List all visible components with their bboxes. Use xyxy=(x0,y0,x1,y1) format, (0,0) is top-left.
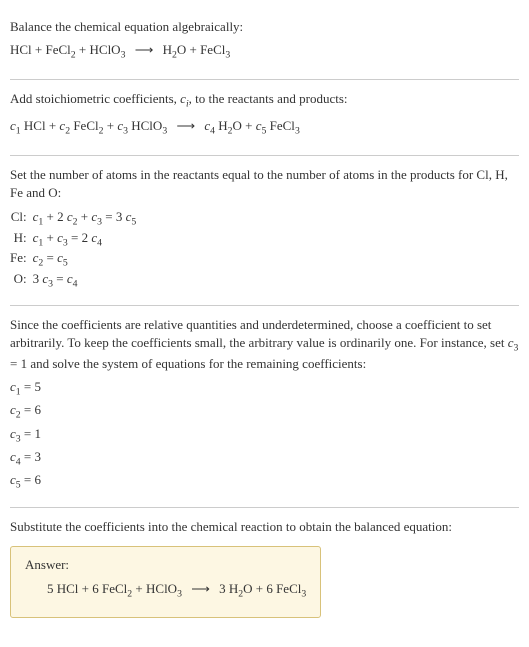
text: + xyxy=(78,209,92,224)
eq-sub: 3 xyxy=(301,589,306,600)
text: FeCl xyxy=(70,118,99,133)
text: = xyxy=(43,250,57,265)
value: = 3 xyxy=(21,449,41,464)
text: , to the reactants and products: xyxy=(189,91,348,106)
eq-text: 3 H xyxy=(219,581,238,596)
text: = xyxy=(53,271,67,286)
table-row: H: c1 + c3 = 2 c4 xyxy=(10,229,142,250)
text: 3 xyxy=(33,271,43,286)
answer-box: Answer: 5 HCl + 6 FeCl2 + HClO3 ⟶ 3 H2O … xyxy=(10,546,321,617)
document-body: Balance the chemical equation algebraica… xyxy=(0,0,529,640)
atom-balance-table: Cl: c1 + 2 c2 + c3 = 3 c5 H: c1 + c3 = 2… xyxy=(10,208,142,290)
coef-row: c5 = 6 xyxy=(10,470,519,493)
eq-text: 5 HCl + 6 FeCl xyxy=(47,581,127,596)
text: + xyxy=(104,118,118,133)
problem-title: Balance the chemical equation algebraica… xyxy=(10,18,519,36)
eq-sub: 3 xyxy=(177,589,182,600)
coef-sub: 4 xyxy=(97,237,102,248)
coef-sub: 3 xyxy=(514,342,519,353)
coef-row: c2 = 6 xyxy=(10,400,519,423)
text: HCl + xyxy=(21,118,60,133)
eq-text: O + FeCl xyxy=(177,42,226,57)
text: Since the coefficients are relative quan… xyxy=(10,317,508,350)
element-label: Cl: xyxy=(10,208,33,229)
coef-sub: 5 xyxy=(131,217,136,228)
coef-row: c1 = 5 xyxy=(10,377,519,400)
text: O + xyxy=(233,118,256,133)
value: = 1 xyxy=(21,426,41,441)
section-answer: Substitute the coefficients into the che… xyxy=(10,508,519,631)
eq-text: H xyxy=(163,42,172,57)
coefficient-equation: c1 HCl + c2 FeCl2 + c3 HClO3 ⟶ c4 H2O + … xyxy=(10,116,519,139)
equation-cell: 3 c3 = c4 xyxy=(33,270,143,291)
equation-cell: c1 + 2 c2 + c3 = 3 c5 xyxy=(33,208,143,229)
table-row: Cl: c1 + 2 c2 + c3 = 3 c5 xyxy=(10,208,142,229)
eq-text: + HClO xyxy=(76,42,121,57)
unbalanced-equation: HCl + FeCl2 + HClO3 ⟶ H2O + FeCl3 xyxy=(10,40,519,63)
section-problem: Balance the chemical equation algebraica… xyxy=(10,8,519,80)
eq-sub: 3 xyxy=(121,50,126,61)
section-add-coefficients: Add stoichiometric coefficients, ci, to … xyxy=(10,80,519,155)
text: FeCl xyxy=(266,118,295,133)
section-solve: Since the coefficients are relative quan… xyxy=(10,306,519,509)
coef-row: c3 = 1 xyxy=(10,424,519,447)
answer-label: Answer: xyxy=(25,557,306,573)
value: = 5 xyxy=(21,379,41,394)
element-label: Fe: xyxy=(10,249,33,270)
value: = 6 xyxy=(21,402,41,417)
coef-sub: 5 xyxy=(63,258,68,269)
text: Add stoichiometric coefficients, xyxy=(10,91,180,106)
text: = 1 and solve the system of equations fo… xyxy=(10,356,366,371)
eq-sub: 3 xyxy=(225,50,230,61)
element-label: O: xyxy=(10,270,33,291)
text: + 2 xyxy=(43,209,67,224)
instruction-text: Since the coefficients are relative quan… xyxy=(10,316,519,374)
text: = 2 xyxy=(68,230,92,245)
equation-cell: c2 = c5 xyxy=(33,249,143,270)
section-atom-equations: Set the number of atoms in the reactants… xyxy=(10,156,519,306)
balanced-equation: 5 HCl + 6 FeCl2 + HClO3 ⟶ 3 H2O + 6 FeCl… xyxy=(25,579,306,602)
element-label: H: xyxy=(10,229,33,250)
text: = 3 xyxy=(102,209,126,224)
eq-text: HCl + FeCl xyxy=(10,42,71,57)
coef-row: c4 = 3 xyxy=(10,447,519,470)
eq-text: O + 6 FeCl xyxy=(243,581,301,596)
table-row: O: 3 c3 = c4 xyxy=(10,270,142,291)
instruction-text: Set the number of atoms in the reactants… xyxy=(10,166,519,202)
arrow-icon: ⟶ xyxy=(129,42,160,57)
eq-text: + HClO xyxy=(132,581,177,596)
eq-sub: 3 xyxy=(162,125,167,136)
value: = 6 xyxy=(21,472,41,487)
text: HClO xyxy=(128,118,162,133)
instruction-text: Add stoichiometric coefficients, ci, to … xyxy=(10,90,519,111)
arrow-icon: ⟶ xyxy=(170,118,201,133)
table-row: Fe: c2 = c5 xyxy=(10,249,142,270)
equation-cell: c1 + c3 = 2 c4 xyxy=(33,229,143,250)
coefficient-values: c1 = 5 c2 = 6 c3 = 1 c4 = 3 c5 = 6 xyxy=(10,377,519,493)
instruction-text: Substitute the coefficients into the che… xyxy=(10,518,519,536)
coef-sub: 4 xyxy=(73,279,78,290)
text: H xyxy=(215,118,228,133)
eq-sub: 3 xyxy=(295,125,300,136)
text: + xyxy=(43,230,57,245)
arrow-icon: ⟶ xyxy=(185,581,216,596)
